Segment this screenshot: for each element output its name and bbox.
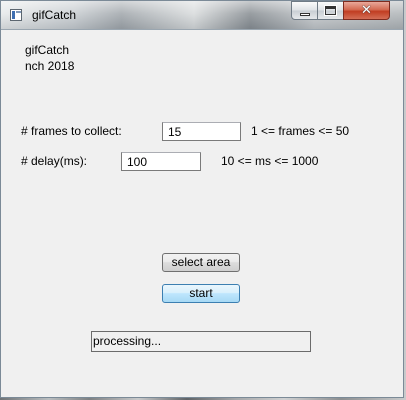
start-button[interactable]: start [162, 284, 240, 303]
maximize-icon [324, 5, 337, 16]
frames-label: # frames to collect: [21, 124, 122, 138]
delay-range-label: 10 <= ms <= 1000 [221, 154, 319, 168]
title-bar[interactable]: gifCatch ✕ [1, 1, 403, 30]
select-area-button[interactable]: select area [162, 253, 240, 272]
status-box: processing... [91, 331, 311, 352]
close-button[interactable]: ✕ [343, 1, 390, 20]
credit-label: nch 2018 [25, 59, 75, 73]
app-name-label: gifCatch [25, 43, 70, 57]
maximize-button[interactable] [317, 1, 344, 20]
window-title: gifCatch [32, 8, 77, 22]
client-area: gifCatch nch 2018 # frames to collect: 1… [9, 31, 391, 391]
status-text: processing... [93, 334, 162, 348]
delay-label: # delay(ms): [21, 154, 88, 168]
frames-input[interactable] [162, 122, 241, 141]
minimize-icon [299, 12, 310, 16]
minimize-button[interactable] [291, 1, 318, 20]
frames-range-label: 1 <= frames <= 50 [251, 124, 350, 138]
app-window: gifCatch ✕ gifCatch nch 2018 # frames to… [0, 0, 404, 398]
app-window-icon[interactable] [10, 9, 22, 21]
delay-input[interactable] [121, 152, 201, 171]
close-icon: ✕ [361, 3, 372, 18]
